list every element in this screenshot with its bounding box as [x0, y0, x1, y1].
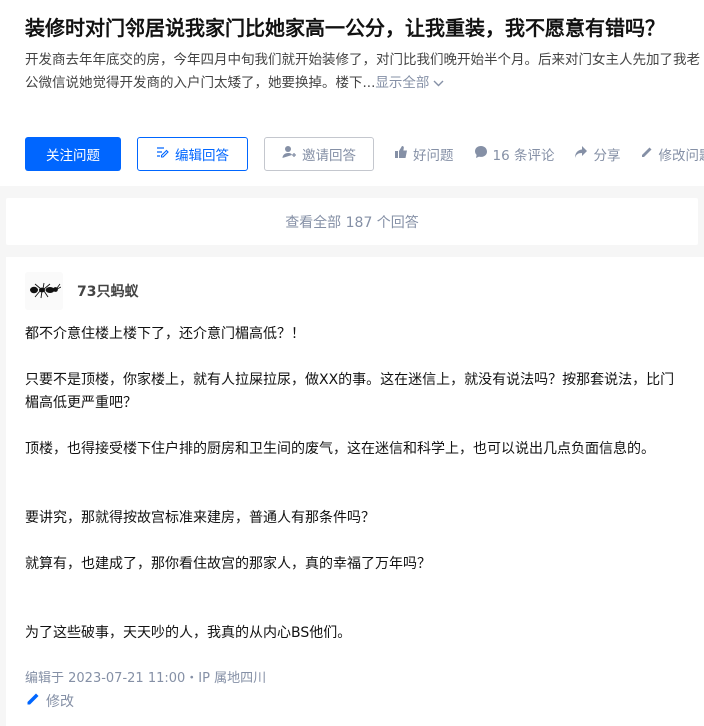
show-all-button[interactable]: 显示全部: [375, 75, 444, 91]
question-excerpt: 开发商去年年底交的房，今年四月中旬我们就开始装修了，对门比我们晚开始半个月。后来…: [25, 49, 700, 95]
comment-icon: [474, 145, 488, 163]
good-question-button[interactable]: 好问题: [394, 144, 454, 164]
answer-paragraph: 只要不是顶楼，你家楼上，就有人拉屎拉尿，做XX的事。这在迷信上，就没有说法吗？按…: [25, 372, 675, 411]
comments-button[interactable]: 16 条评论: [474, 144, 555, 164]
answer-paragraph: 要讲究，那就得按故宫标准来建房，普通人有那条件吗？: [25, 510, 375, 526]
question-title: 装修时对门邻居说我家门比她家高一公分，让我重装，我不愿意有错吗？: [25, 16, 665, 40]
invite-answer-button[interactable]: 邀请回答: [264, 137, 374, 171]
comments-label: 16 条评论: [492, 148, 555, 164]
avatar[interactable]: [25, 272, 63, 310]
author-name[interactable]: 73只蚂蚁: [77, 281, 138, 301]
invite-answer-label: 邀请回答: [302, 148, 356, 164]
question-actions: 关注问题 编辑回答 邀请回答 好问题 16 条评论 分享 修改问: [25, 137, 704, 171]
write-answer-label: 编辑回答: [175, 148, 229, 164]
follow-question-button[interactable]: 关注问题: [25, 137, 121, 171]
answer-author: 73只蚂蚁: [25, 271, 704, 311]
edit-question-button[interactable]: 修改问题: [640, 144, 704, 164]
edit-timestamp: 编辑于 2023-07-21 11:00・IP 属地四川: [25, 671, 267, 686]
good-question-label: 好问题: [413, 148, 454, 164]
edit-icon: [156, 146, 169, 163]
answer-paragraph: 都不介意住楼上楼下了，还介意门楣高低？！: [25, 326, 305, 342]
share-button[interactable]: 分享: [574, 144, 620, 164]
answer-paragraph: 为了这些破事，天天吵的人，我真的从内心BS他们。: [25, 625, 352, 641]
pencil-icon: [640, 146, 653, 163]
invite-icon: [282, 145, 296, 163]
chevron-down-icon: [433, 72, 444, 95]
pencil-icon: [25, 692, 40, 711]
view-all-answers-button[interactable]: 查看全部 187 个回答: [6, 198, 698, 245]
answer-paragraph: 就算有，也建成了，那你看住故宫的那家人，真的幸福了万年吗？: [25, 556, 431, 572]
share-label: 分享: [593, 148, 621, 164]
share-icon: [574, 145, 588, 163]
answer-content: 都不介意住楼上楼下了，还介意门楣高低？！ 只要不是顶楼，你家楼上，就有人拉屎拉尿…: [25, 323, 685, 645]
edit-question-label: 修改问题: [658, 148, 704, 164]
thumb-up-icon: [394, 145, 408, 163]
edit-answer-button[interactable]: 修改: [25, 691, 74, 711]
question-excerpt-text: 开发商去年年底交的房，今年四月中旬我们就开始装修了，对门比我们晚开始半个月。后来…: [25, 52, 700, 91]
answer-card: 73只蚂蚁 都不介意住楼上楼下了，还介意门楣高低？！ 只要不是顶楼，你家楼上，就…: [6, 257, 704, 726]
write-answer-button[interactable]: 编辑回答: [137, 137, 248, 171]
ant-avatar-icon: [30, 282, 61, 299]
show-all-label: 显示全部: [375, 75, 430, 91]
answer-paragraph: 顶楼，也得接受楼下住户排的厨房和卫生间的废气，这在迷信和科学上，也可以说出几点负…: [25, 441, 655, 457]
question-header: 装修时对门邻居说我家门比她家高一公分，让我重装，我不愿意有错吗？ 开发商去年年底…: [0, 0, 704, 186]
edit-answer-label: 修改: [46, 694, 74, 710]
